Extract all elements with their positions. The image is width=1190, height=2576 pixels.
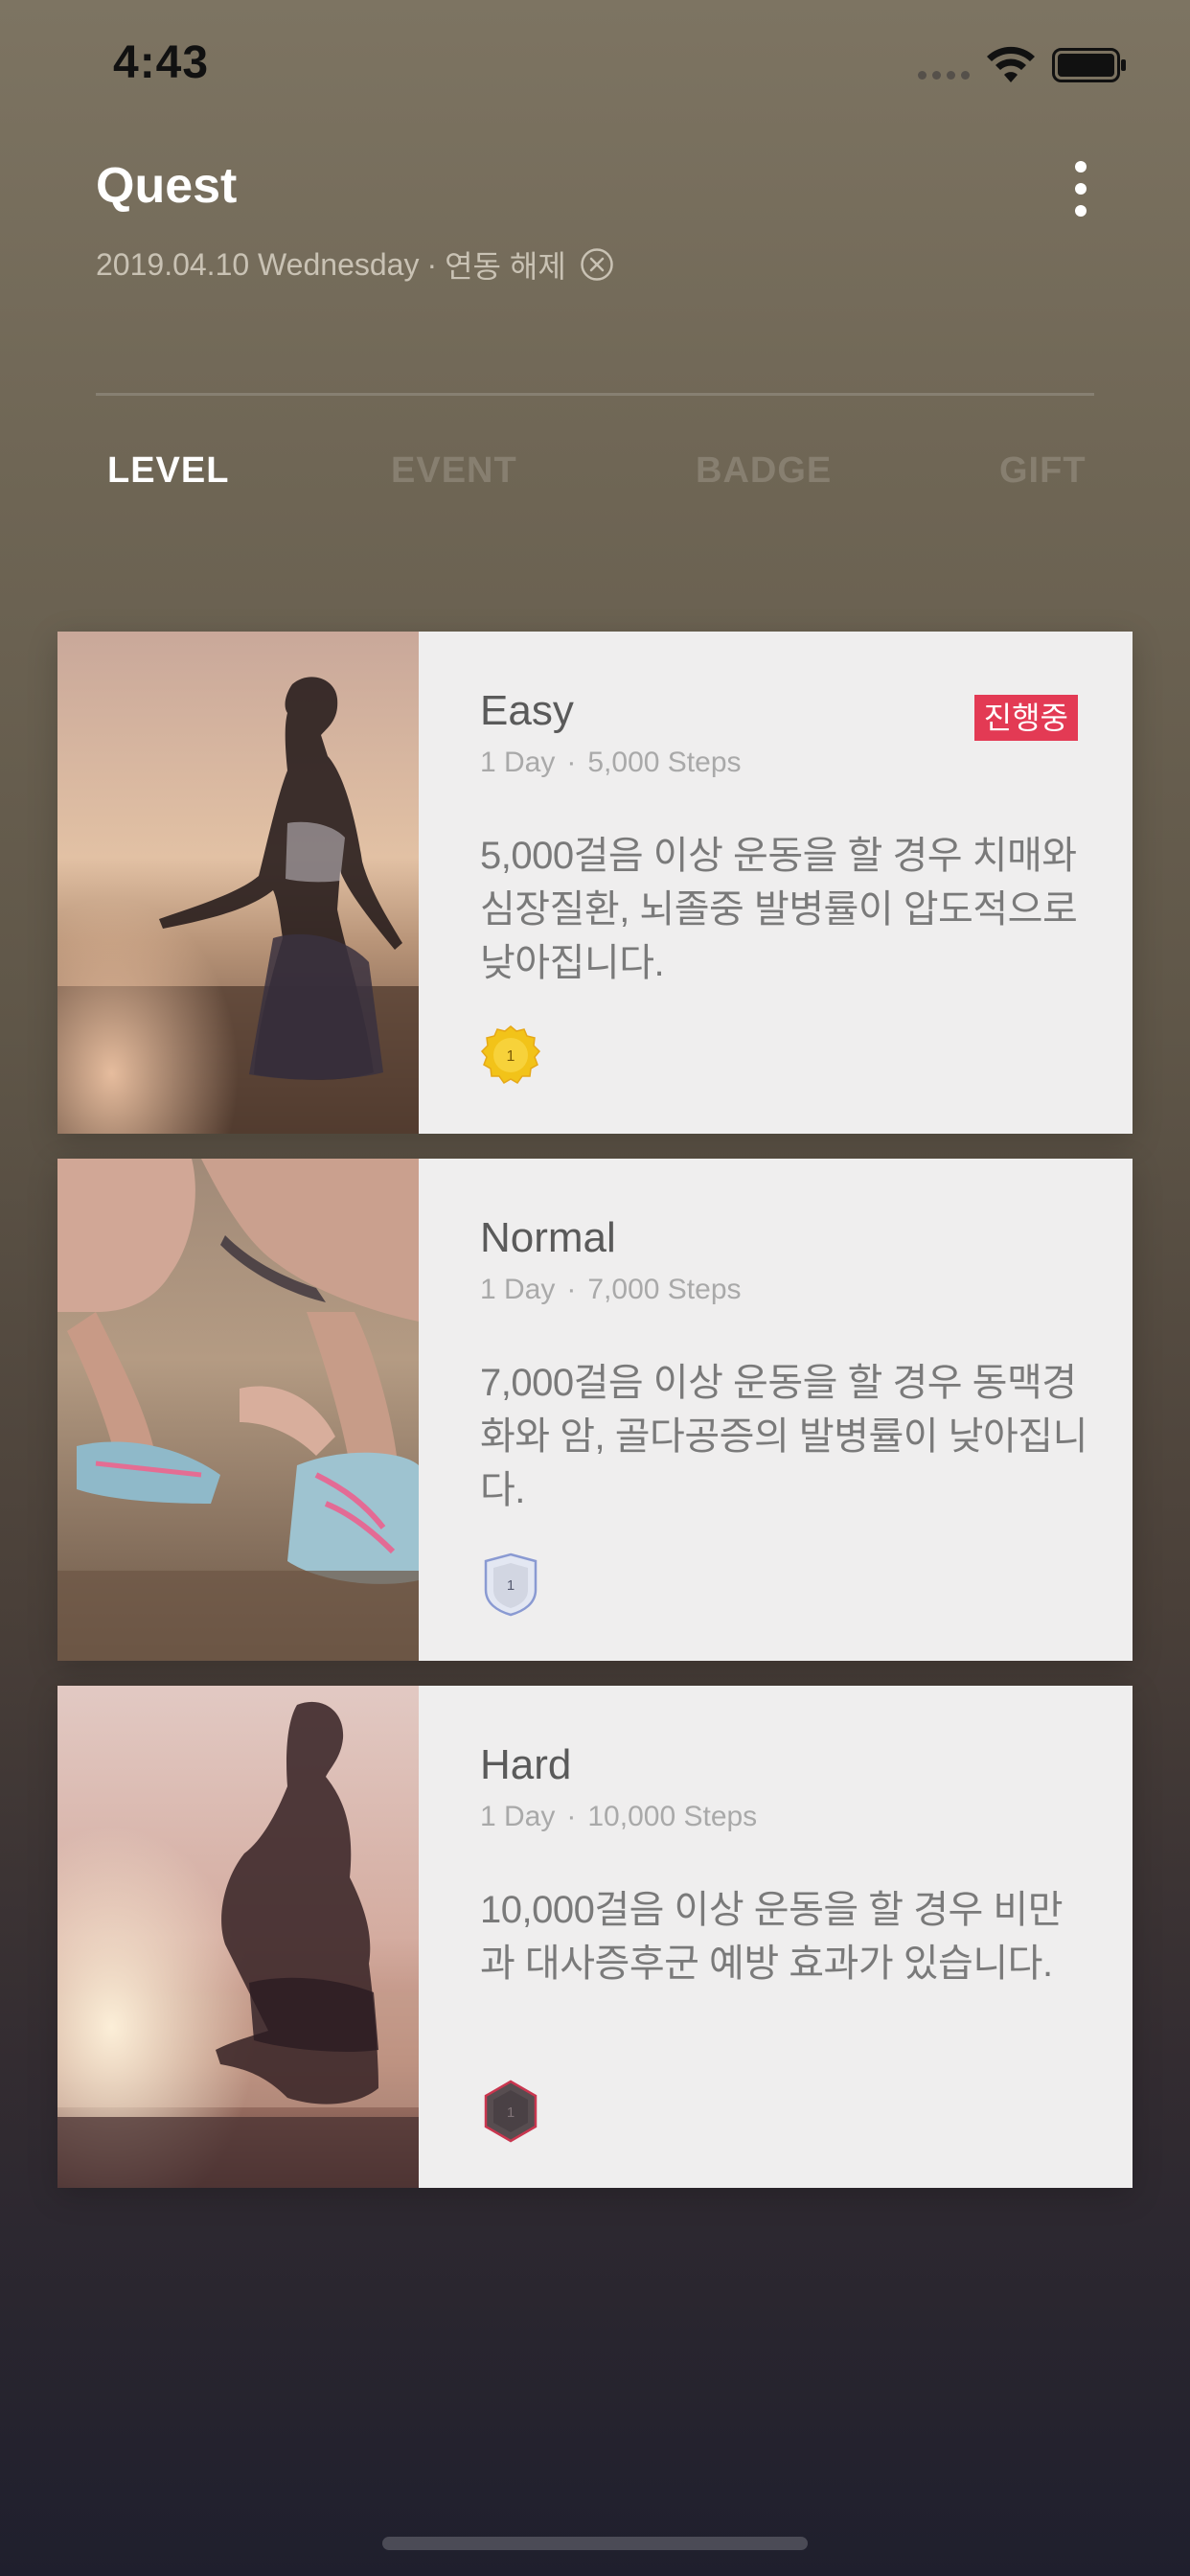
card-body: Easy 1 Day · 5,000 Steps 5,000걸음 이상 운동을 … (419, 632, 1141, 1134)
wifi-icon (987, 46, 1035, 82)
card-steps: 5,000 Steps (587, 747, 742, 778)
card-duration: 1 Day (480, 1274, 556, 1305)
quest-card-hard[interactable]: Hard 1 Day · 10,000 Steps 10,000걸음 이상 운동… (57, 1686, 1133, 2188)
date-row: 2019.04.10 Wednesday · 연동 해제 (96, 243, 614, 286)
tab-event[interactable]: EVENT (391, 450, 517, 492)
card-photo-normal (57, 1159, 419, 1661)
header-divider (96, 393, 1094, 396)
quest-card-easy[interactable]: Easy 1 Day · 5,000 Steps 5,000걸음 이상 운동을 … (57, 632, 1133, 1134)
card-meta: 1 Day · 7,000 Steps (480, 1274, 1093, 1306)
gold-medal-icon: 1 (480, 1025, 541, 1084)
unlink-label: 연동 해제 (445, 249, 566, 284)
card-description: 7,000걸음 이상 운동을 할 경우 동맥경화와 암, 골다공증의 발병률이 … (480, 1362, 1087, 1511)
svg-text:1: 1 (507, 1048, 515, 1065)
card-photo-hard (57, 1686, 419, 2188)
status-badge: 진행중 (973, 695, 1078, 741)
card-body: Normal 1 Day · 7,000 Steps 7,000걸음 이상 운동… (419, 1159, 1141, 1661)
tab-level[interactable]: LEVEL (107, 450, 229, 492)
battery-icon (1052, 48, 1126, 82)
close-circle-icon (581, 248, 613, 281)
unlink-button[interactable]: 연동 해제 (445, 242, 614, 287)
quest-card-normal[interactable]: Normal 1 Day · 7,000 Steps 7,000걸음 이상 운동… (57, 1159, 1133, 1661)
status-time: 4:43 (113, 37, 210, 88)
card-steps: 10,000 Steps (587, 1801, 758, 1832)
card-steps: 7,000 Steps (587, 1274, 742, 1305)
more-options-icon[interactable] (1065, 161, 1096, 217)
page-title: Quest (96, 158, 238, 214)
home-indicator[interactable] (382, 2537, 808, 2550)
separator-dot: · (426, 246, 438, 282)
svg-text:1: 1 (507, 2104, 515, 2121)
meta-dot: · (566, 1274, 577, 1305)
card-meta: 1 Day · 10,000 Steps (480, 1801, 1093, 1833)
card-title: Normal (480, 1214, 616, 1261)
tab-badge[interactable]: BADGE (696, 450, 832, 492)
card-duration: 1 Day (480, 1801, 556, 1832)
date-text: 2019.04.10 Wednesday (96, 246, 420, 282)
card-description: 10,000걸음 이상 운동을 할 경우 비만과 대사증후군 예방 효과가 있습… (480, 1889, 1064, 1985)
card-duration: 1 Day (480, 747, 556, 778)
meta-dot: · (566, 1801, 577, 1832)
status-bar: 4:43 (0, 0, 1190, 125)
card-meta: 1 Day · 5,000 Steps (480, 747, 1093, 779)
dark-hexagon-icon: 1 (484, 2080, 538, 2143)
tab-bar: LEVEL EVENT BADGE GIFT (0, 450, 1190, 508)
card-description: 5,000걸음 이상 운동을 할 경우 치매와 심장질환, 뇌졸중 발병률이 압… (480, 835, 1078, 984)
silver-shield-icon: 1 (484, 1552, 538, 1617)
meta-dot: · (566, 747, 577, 778)
signal-icon (918, 71, 973, 80)
card-title: Hard (480, 1741, 572, 1788)
tab-gift[interactable]: GIFT (999, 450, 1087, 492)
card-body: Hard 1 Day · 10,000 Steps 10,000걸음 이상 운동… (419, 1686, 1141, 2188)
svg-text:1: 1 (507, 1577, 515, 1594)
card-photo-easy (57, 632, 419, 1134)
